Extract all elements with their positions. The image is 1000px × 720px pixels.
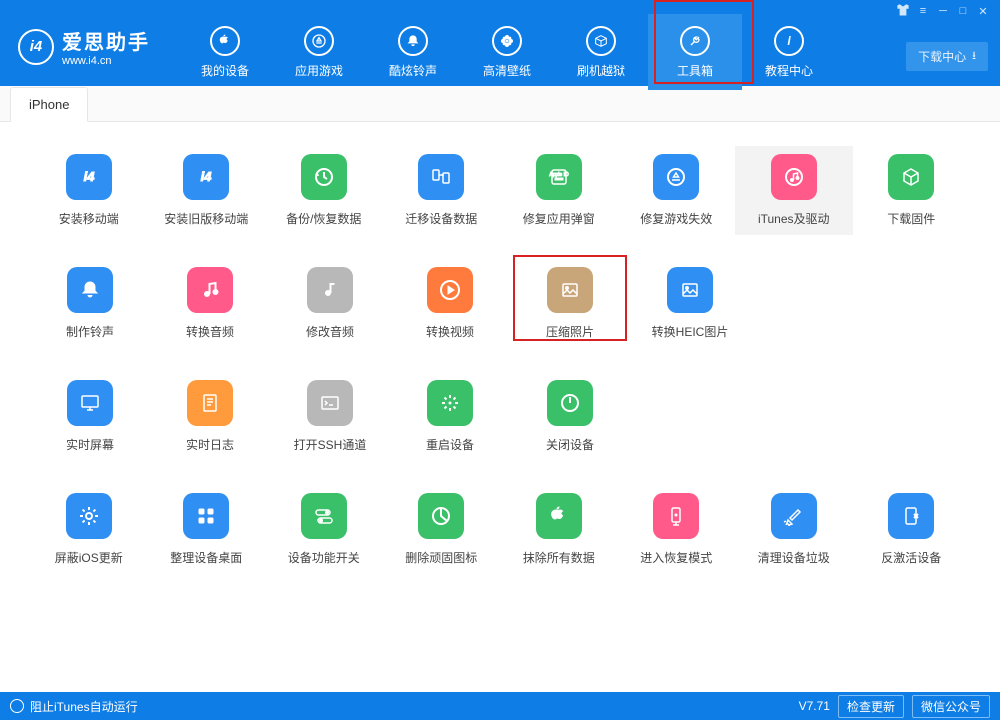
tool-2-1[interactable]: 实时日志 <box>150 372 270 461</box>
itunes-icon <box>771 154 817 200</box>
clean-icon <box>771 493 817 539</box>
minimize-icon[interactable]: ─ <box>934 4 952 18</box>
tool-0-1[interactable]: i4安装旧版移动端 <box>148 146 266 235</box>
check-update-button[interactable]: 检查更新 <box>838 695 904 718</box>
tool-3-5[interactable]: 进入恢复模式 <box>618 485 736 574</box>
tool-2-2[interactable]: 打开SSH通道 <box>270 372 390 461</box>
nav-bar: 我的设备应用游戏酷炫铃声高清壁纸刷机越狱工具箱i教程中心 <box>178 14 836 90</box>
power-icon <box>547 380 593 426</box>
appleid-icon: Apple ID <box>536 154 582 200</box>
image-icon <box>547 267 593 313</box>
tool-3-1[interactable]: 整理设备桌面 <box>148 485 266 574</box>
tool-2-4[interactable]: 关闭设备 <box>510 372 630 461</box>
tool-0-3[interactable]: 迁移设备数据 <box>383 146 501 235</box>
deact-icon <box>888 493 934 539</box>
tool-0-4[interactable]: Apple ID修复应用弹窗 <box>500 146 618 235</box>
nav-4[interactable]: 刷机越狱 <box>554 14 648 90</box>
tool-0-2[interactable]: 备份/恢复数据 <box>265 146 383 235</box>
pie-icon <box>418 493 464 539</box>
ssh-icon <box>307 380 353 426</box>
nav-icon: i <box>774 26 804 56</box>
tool-3-0[interactable]: 屏蔽iOS更新 <box>30 485 148 574</box>
music-icon <box>187 267 233 313</box>
svg-text:i4: i4 <box>201 169 213 184</box>
tool-3-2[interactable]: 设备功能开关 <box>265 485 383 574</box>
cube-icon <box>888 154 934 200</box>
logo-badge-icon: i4 <box>18 29 54 65</box>
window-controls: ≡ ─ □ ✕ <box>894 4 992 18</box>
gear-icon <box>66 493 112 539</box>
nav-icon <box>304 26 334 56</box>
tool-3-4[interactable]: 抹除所有数据 <box>500 485 618 574</box>
image-icon <box>667 267 713 313</box>
appstore-icon <box>653 154 699 200</box>
tool-0-7[interactable]: 下载固件 <box>853 146 971 235</box>
nav-1[interactable]: 应用游戏 <box>272 14 366 90</box>
download-icon: ⭳ <box>972 47 976 66</box>
i4-icon: i4 <box>66 154 112 200</box>
app-name: 爱思助手 <box>62 26 150 55</box>
restore-icon <box>301 154 347 200</box>
nav-icon <box>586 26 616 56</box>
tool-3-7[interactable]: 反激活设备 <box>853 485 971 574</box>
header: ≡ ─ □ ✕ i4 爱思助手 www.i4.cn 我的设备应用游戏酷炫铃声高清… <box>0 0 1000 86</box>
tab-bar: iPhone <box>0 86 1000 122</box>
version-label: V7.71 <box>799 699 830 713</box>
log-icon <box>187 380 233 426</box>
i4-icon: i4 <box>183 154 229 200</box>
tool-grid: i4安装移动端i4安装旧版移动端备份/恢复数据迁移设备数据Apple ID修复应… <box>0 122 1000 692</box>
app-url: www.i4.cn <box>62 55 150 67</box>
nav-3[interactable]: 高清壁纸 <box>460 14 554 90</box>
svg-text:i4: i4 <box>83 169 95 184</box>
nav-icon <box>398 26 428 56</box>
tool-1-0[interactable]: 制作铃声 <box>30 259 150 348</box>
menu-icon[interactable]: ≡ <box>914 4 932 18</box>
tool-2-3[interactable]: 重启设备 <box>390 372 510 461</box>
tool-0-6[interactable]: iTunes及驱动 <box>735 146 853 235</box>
spin-icon <box>427 380 473 426</box>
block-itunes-label[interactable]: 阻止iTunes自动运行 <box>30 698 138 715</box>
nav-6[interactable]: i教程中心 <box>742 14 836 90</box>
tool-0-5[interactable]: 修复游戏失效 <box>618 146 736 235</box>
tool-1-3[interactable]: 转换视频 <box>390 259 510 348</box>
wechat-button[interactable]: 微信公众号 <box>912 695 990 718</box>
nav-0[interactable]: 我的设备 <box>178 14 272 90</box>
tool-2-0[interactable]: 实时屏幕 <box>30 372 150 461</box>
maximize-icon[interactable]: □ <box>954 4 972 18</box>
grid-icon <box>183 493 229 539</box>
nav-icon <box>210 26 240 56</box>
recover-icon <box>653 493 699 539</box>
logo: i4 爱思助手 www.i4.cn <box>18 26 150 67</box>
tool-1-4[interactable]: 压缩照片 <box>510 259 630 348</box>
screen-icon <box>67 380 113 426</box>
footer: 阻止iTunes自动运行 V7.71 检查更新 微信公众号 <box>0 692 1000 720</box>
close-icon[interactable]: ✕ <box>974 4 992 18</box>
nav-icon <box>492 26 522 56</box>
tool-0-0[interactable]: i4安装移动端 <box>30 146 148 235</box>
nav-2[interactable]: 酷炫铃声 <box>366 14 460 90</box>
nav-5[interactable]: 工具箱 <box>648 14 742 90</box>
tool-1-5[interactable]: 转换HEIC图片 <box>630 259 750 348</box>
music2-icon <box>307 267 353 313</box>
tab-iphone[interactable]: iPhone <box>10 87 88 122</box>
tool-1-1[interactable]: 转换音频 <box>150 259 270 348</box>
svg-text:Apple ID: Apple ID <box>549 172 569 178</box>
status-circle-icon <box>10 699 24 713</box>
tool-3-6[interactable]: 清理设备垃圾 <box>735 485 853 574</box>
apple-icon <box>536 493 582 539</box>
nav-icon <box>680 26 710 56</box>
play-icon <box>427 267 473 313</box>
download-center-button[interactable]: 下载中心⭳ <box>906 42 988 71</box>
bell-icon <box>67 267 113 313</box>
transfer-icon <box>418 154 464 200</box>
svg-text:i: i <box>788 35 791 47</box>
tool-1-2[interactable]: 修改音频 <box>270 259 390 348</box>
shirt-icon[interactable] <box>894 4 912 18</box>
tool-3-3[interactable]: 删除顽固图标 <box>383 485 501 574</box>
toggle-icon <box>301 493 347 539</box>
